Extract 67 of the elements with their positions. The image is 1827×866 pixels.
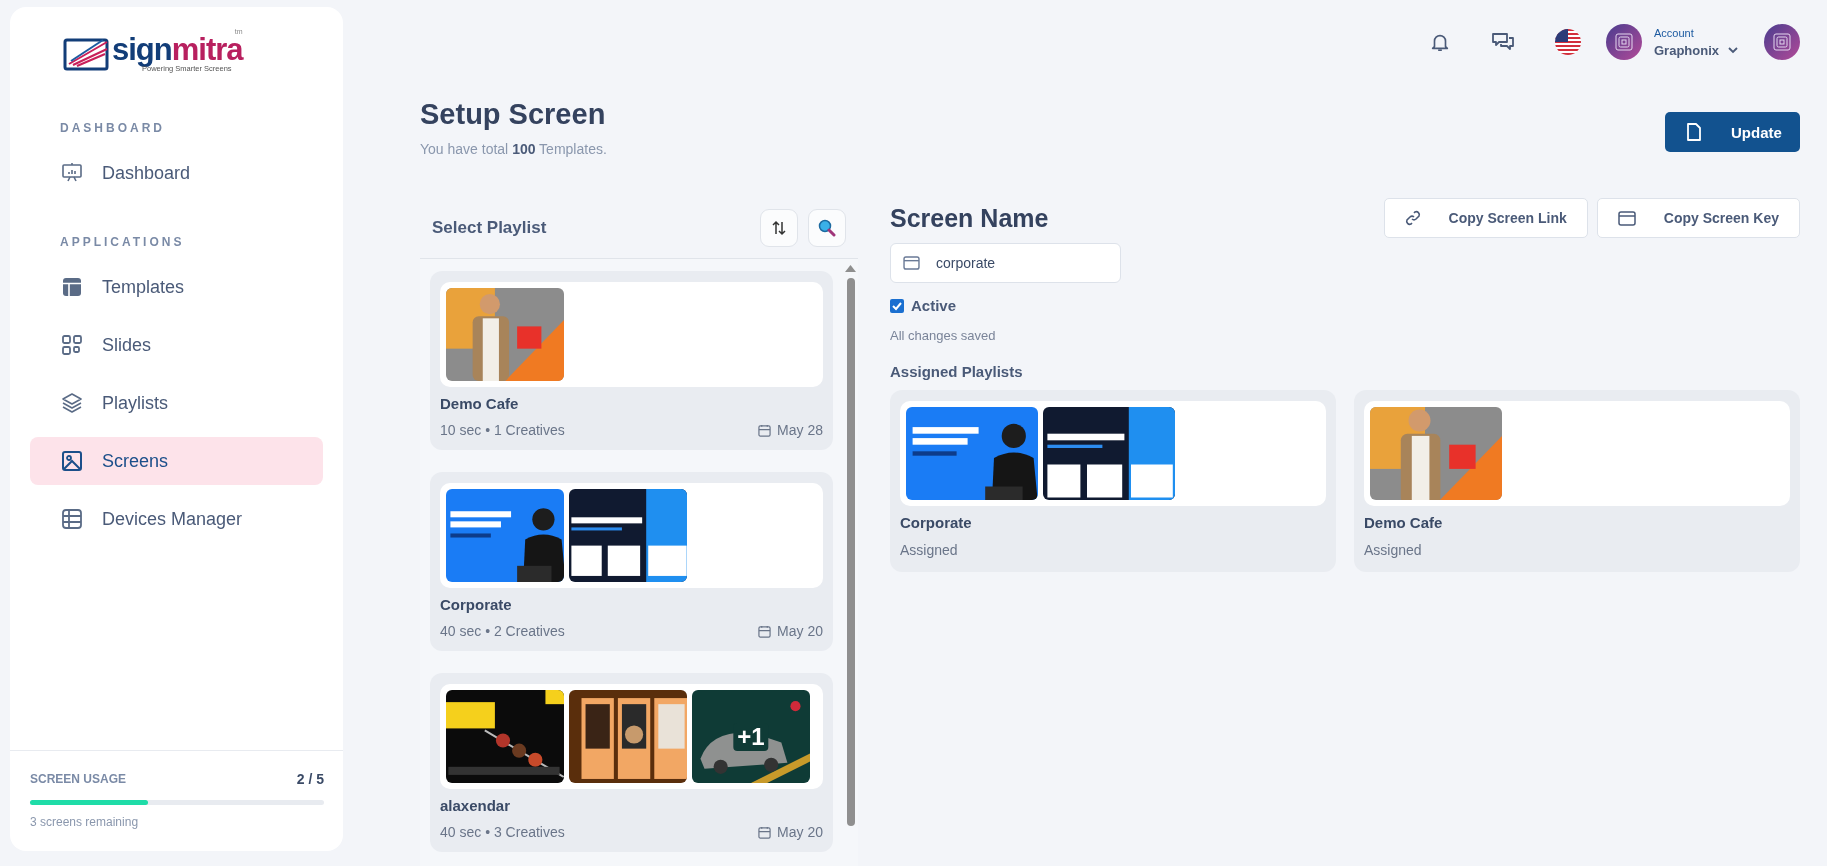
search-icon [818, 219, 836, 237]
sidebar-item[interactable]: Screens [30, 437, 323, 485]
flag-icon[interactable] [1555, 29, 1581, 55]
assigned-status: Assigned [1364, 542, 1423, 558]
calendar-icon [758, 423, 772, 437]
avatar-icon[interactable] [1606, 24, 1642, 60]
copy-key-button[interactable]: Copy Screen Key [1596, 198, 1800, 238]
sidebar-item[interactable]: Devices Manager [30, 495, 323, 543]
active-checkbox[interactable]: Active [890, 297, 957, 314]
image-icon [60, 449, 84, 473]
playlist-meta: 40 sec • 2 Creatives [440, 623, 565, 639]
assigned-title: Assigned Playlists [890, 363, 1024, 380]
sidebar-item[interactable]: Templates [30, 263, 323, 311]
playlist-meta: 40 sec • 3 Creatives [440, 824, 565, 840]
playlist-card[interactable]: Corporate 40 sec • 2 Creatives May 20 [430, 472, 833, 651]
sidebar-item[interactable]: Slides [30, 321, 323, 369]
section-heading: APPLICATIONS [59, 235, 186, 249]
playlist-date: May 28 [777, 422, 823, 438]
page-title: Setup Screen [420, 98, 607, 131]
layout-icon [60, 275, 84, 299]
playlist-name: Corporate [900, 514, 973, 531]
text-input[interactable]: corporate [936, 245, 1108, 281]
playlist-date: May 20 [777, 623, 823, 639]
file-icon [1687, 123, 1701, 141]
usage-note: 3 screens remaining [30, 815, 140, 829]
scrollbar-thumb[interactable] [846, 278, 855, 826]
playlist-card[interactable]: Demo Cafe 10 sec • 1 Creatives May 28 [430, 271, 833, 450]
link-icon [1404, 210, 1421, 226]
logo-icon [63, 37, 109, 71]
account-dropdown[interactable]: Graphonix [1654, 42, 1738, 58]
update-button[interactable]: Update [1665, 112, 1800, 152]
layers-icon [60, 391, 84, 415]
save-status: All changes saved [890, 328, 997, 343]
scroll-up-icon[interactable] [845, 265, 856, 272]
calendar-icon [758, 624, 772, 638]
account-label: Account [1654, 26, 1695, 39]
playlist-name: Corporate [440, 596, 513, 613]
panel-title: Select Playlist [432, 218, 548, 238]
playlist-name: Demo Cafe [1364, 514, 1444, 531]
chat-icon[interactable] [1491, 31, 1515, 53]
assigned-playlist-card[interactable]: Corporate Assigned [890, 390, 1336, 572]
sort-button[interactable] [760, 209, 798, 247]
calendar-icon [758, 825, 772, 839]
table-icon [60, 507, 84, 531]
search-button[interactable] [808, 209, 846, 247]
browser-icon [1617, 210, 1636, 226]
playlist-meta: 10 sec • 1 Creatives [440, 422, 565, 438]
copy-link-button[interactable]: Copy Screen Link [1383, 198, 1588, 238]
section-heading: DASHBOARD [59, 121, 166, 135]
avatar-icon[interactable] [1764, 24, 1800, 60]
playlist-card[interactable]: +1 alaxendar 40 sec • 3 Creatives May 20 [430, 673, 833, 852]
assigned-playlist-card[interactable]: Demo Cafe Assigned [1354, 390, 1800, 572]
playlist-date: May 20 [777, 824, 823, 840]
grid-icon [60, 333, 84, 357]
playlist-name: Demo Cafe [440, 395, 520, 412]
playlist-name: alaxendar [440, 797, 512, 814]
chevron-down-icon [1728, 46, 1738, 54]
sidebar-item[interactable]: Playlists [30, 379, 323, 427]
section-title: Screen Name [890, 203, 1049, 233]
assigned-status: Assigned [900, 542, 959, 558]
sidebar-item[interactable]: Dashboard [30, 149, 323, 197]
browser-icon [903, 256, 920, 270]
sort-icon [772, 220, 786, 236]
screen-name-field[interactable]: corporate [890, 243, 1121, 283]
usage-label: SCREEN USAGE [30, 772, 127, 786]
page-subtitle: You have total 100 Templates. [420, 141, 607, 157]
usage-count: 2 / 5 [296, 771, 324, 787]
